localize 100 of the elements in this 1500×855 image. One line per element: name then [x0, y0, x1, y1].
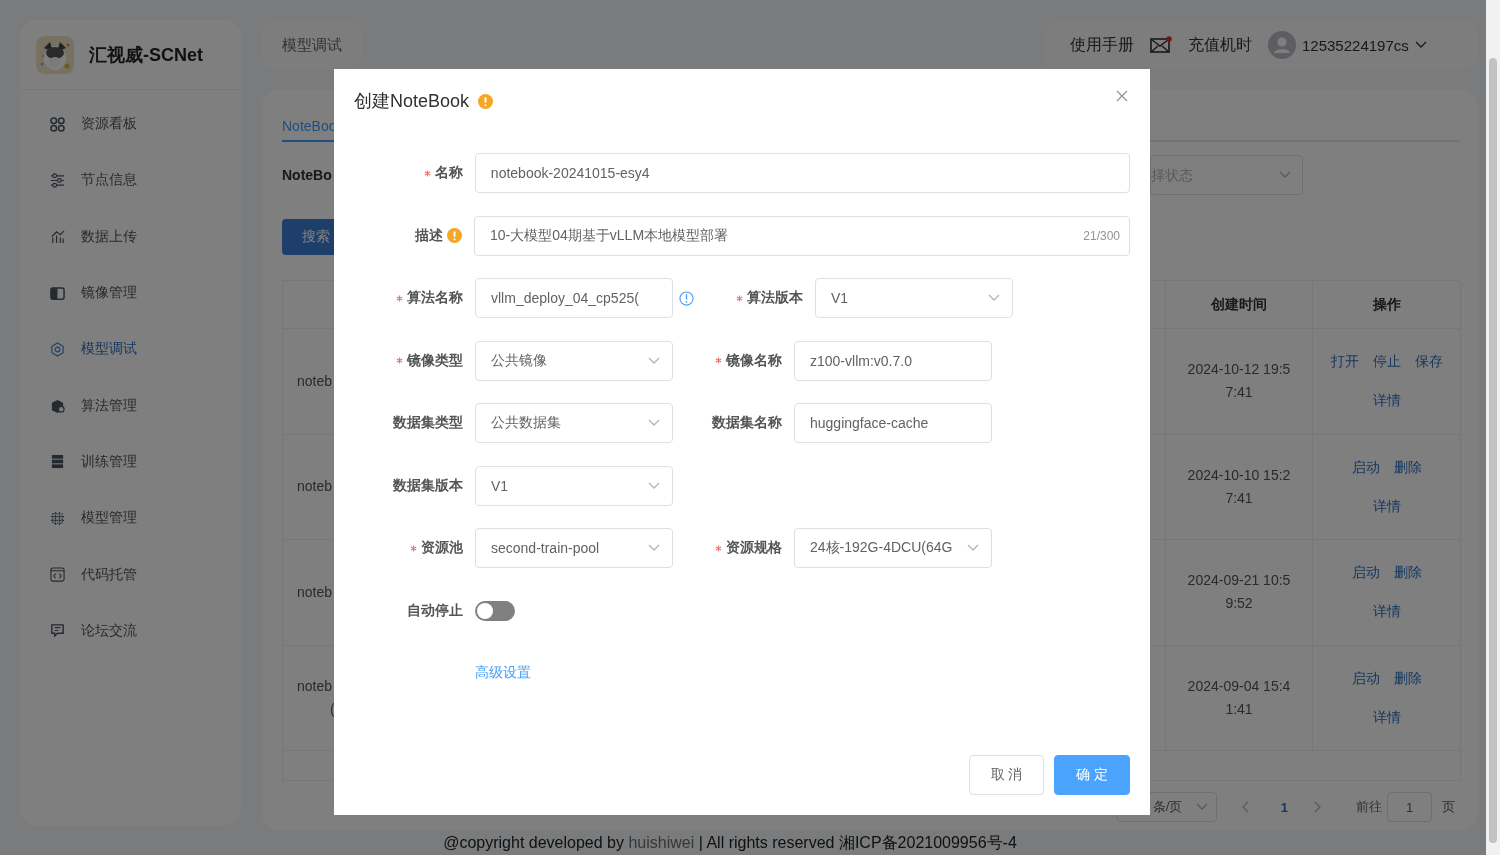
select-field[interactable]: 24核-192G-4DCU(64G [794, 528, 992, 568]
code-icon [50, 567, 65, 582]
select-field[interactable]: second-train-pool [475, 528, 673, 568]
recharge-link[interactable]: 充值机时 [1188, 34, 1252, 56]
mail-icon[interactable] [1150, 36, 1172, 54]
sidebar-item[interactable]: 数据上传 [20, 208, 241, 265]
table-cell-text: 2024-10-12 19:5 [1187, 360, 1291, 380]
select-field[interactable]: 公共数据集 [475, 403, 673, 443]
table-cell-text: noteb [297, 477, 333, 497]
field-label: 镜像名称 [726, 351, 782, 370]
next-icon [1312, 801, 1322, 813]
select-field[interactable]: V1 [475, 465, 673, 506]
sidebar-item[interactable]: 训练管理 [20, 433, 241, 491]
column-header: 操作 [1313, 281, 1461, 329]
table-cell-text: 9:52 [1225, 594, 1253, 614]
boxes-icon [50, 398, 65, 414]
sidebar-item[interactable]: 资源看板 [20, 96, 241, 153]
field-label: 资源规格 [726, 539, 782, 557]
table-cell-text: ( [330, 699, 335, 719]
action-link[interactable]: 保存 [1414, 350, 1443, 374]
action-link[interactable]: 停止 [1372, 350, 1401, 374]
app-title: 汇视威-SCNet [89, 43, 203, 67]
field-label: 数据集类型 [393, 414, 463, 432]
dialog-title: 创建NoteBook [354, 90, 470, 113]
action-link[interactable]: 启动 [1351, 666, 1380, 690]
table-cell-text: noteb [297, 676, 333, 696]
caret-icon [648, 481, 660, 490]
page-input[interactable]: 1 [1387, 792, 1432, 822]
caret-icon [648, 419, 660, 427]
field-label: 镜像类型 [407, 351, 463, 370]
grid-icon [50, 116, 65, 132]
sidebar-item[interactable]: 节点信息 [20, 152, 241, 209]
action-link[interactable]: 详情 [1372, 600, 1401, 624]
input-field[interactable]: z100-vllm:v0.7.0 [794, 340, 992, 381]
action-link[interactable]: 删除 [1393, 455, 1422, 479]
close-icon[interactable] [1116, 90, 1128, 102]
caret-icon [1195, 803, 1208, 811]
stack-icon [50, 454, 65, 470]
action-link[interactable]: 启动 [1351, 561, 1380, 585]
search-button[interactable]: 搜索 [282, 219, 334, 255]
input-field[interactable]: notebook-20241015-esy4 [474, 153, 1130, 193]
table-cell-text: 1:41 [1225, 699, 1253, 719]
caret-icon [988, 294, 1000, 302]
sidebar-item[interactable]: 算法管理 [20, 377, 241, 434]
action-link[interactable]: 删除 [1393, 666, 1422, 690]
goto-label: 前往 [1356, 798, 1382, 816]
action-link[interactable]: 详情 [1372, 705, 1401, 729]
author-link[interactable]: huishiwei [628, 834, 695, 851]
action-link[interactable]: 详情 [1372, 494, 1401, 518]
bar-chart-icon [50, 229, 65, 245]
sidebar-item[interactable]: 模型调试 [20, 321, 241, 378]
network-icon [50, 510, 65, 526]
cancel-button[interactable]: 取 消 [969, 755, 1044, 795]
select-field[interactable]: 公共镜像 [475, 340, 673, 381]
sidebar-item[interactable]: 论坛交流 [20, 602, 241, 659]
input-field[interactable]: huggingface-cache [794, 403, 992, 443]
table-cell-text: 7:41 [1225, 383, 1253, 403]
field-label: 名称 [434, 164, 463, 182]
field-label: 自动停止 [407, 601, 463, 620]
user-name[interactable]: 12535224197cs [1302, 36, 1409, 54]
sidebar-item[interactable]: 模型管理 [20, 490, 241, 547]
table-cell-text: 7:41 [1225, 488, 1253, 508]
select-field[interactable]: V1 [815, 278, 1013, 318]
confirm-button[interactable]: 确 定 [1054, 755, 1130, 795]
table-cell-text: noteb [297, 582, 333, 602]
field-label: 描述 [415, 226, 443, 245]
toggle-switch[interactable] [475, 600, 515, 621]
filter-label: NoteBo [282, 167, 333, 183]
page-suffix: 页 [1442, 798, 1455, 816]
table-cell-text: noteb [297, 371, 333, 391]
column-header: 创建时间 [1166, 281, 1313, 329]
page-number[interactable]: 1 [1280, 799, 1288, 815]
field-label: 算法名称 [407, 289, 463, 307]
panel-icon [50, 285, 65, 301]
footer-text: @copyright developed by huishiwei | All rights reserved 湘ICP备2021009956号-4 [442, 833, 1018, 853]
action-link[interactable]: 详情 [1372, 389, 1401, 413]
field-label: 数据集版本 [393, 476, 463, 495]
caret-icon [648, 544, 660, 552]
field-label: 数据集名称 [712, 414, 782, 432]
sidebar-item[interactable]: 代码托管 [20, 546, 241, 603]
table-cell-text: 2024-09-04 15:4 [1187, 676, 1291, 696]
manual-link[interactable]: 使用手册 [1070, 34, 1134, 56]
settings-link[interactable]: 高级设置 [475, 664, 531, 682]
avatar-icon [1268, 31, 1296, 59]
action-link[interactable]: 启动 [1351, 455, 1380, 479]
cube-icon [50, 341, 65, 357]
field-label: 资源池 [421, 539, 463, 557]
input-field[interactable]: vllm_deploy_04_cp525( [475, 278, 673, 318]
caret-icon [1414, 41, 1427, 49]
sidebar-item[interactable]: 镜像管理 [20, 264, 241, 322]
scroll-thumb[interactable] [1489, 58, 1497, 843]
caret-icon [1279, 171, 1291, 179]
char-counter: 21/300 [1083, 228, 1120, 243]
action-link[interactable]: 删除 [1393, 561, 1422, 585]
prev-icon [1240, 801, 1251, 813]
caret-icon [967, 544, 979, 552]
caret-icon [648, 356, 660, 365]
field-label: 算法版本 [747, 289, 803, 307]
action-link[interactable]: 打开 [1330, 350, 1359, 374]
table-cell-text: 2024-10-10 15:2 [1187, 465, 1291, 485]
